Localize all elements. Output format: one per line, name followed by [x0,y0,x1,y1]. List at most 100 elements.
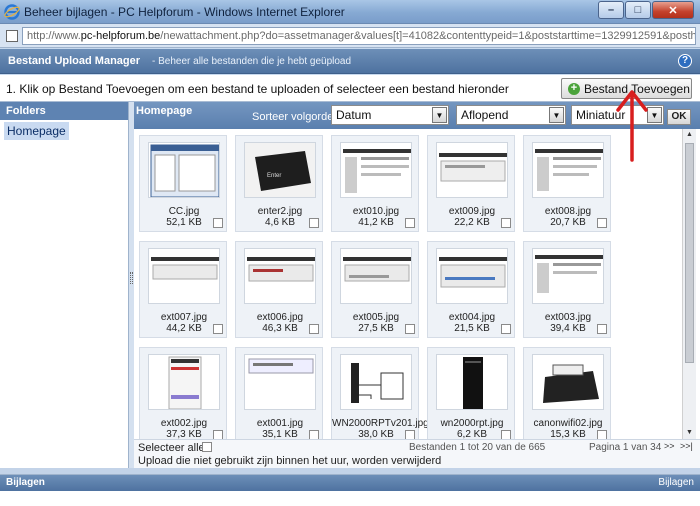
url-domain: pc-helpforum.be [80,30,161,42]
thumbnail-image [148,248,220,304]
chevron-down-icon: ▼ [432,107,447,123]
file-checkbox[interactable] [405,430,415,439]
file-checkbox[interactable] [309,430,319,439]
file-checkbox[interactable] [597,218,607,228]
file-grid: CC.jpg 52,1 KB Enter enter2.jpg 4,6 KB e… [134,129,682,439]
folders-heading: Folders [0,102,128,120]
file-browser-toolbar: Homepage Sorteer volgorde: Datum ▼ Aflop… [134,102,700,129]
sort-field-value: Datum [336,108,372,122]
sort-order-value: Aflopend [461,108,509,122]
select-all-label: Selecteer alle [138,442,205,454]
thumbnail-image [244,248,316,304]
file-name: canonwifi02.jpg [533,418,603,429]
thumbnail-image [148,142,220,198]
file-checkbox[interactable] [309,324,319,334]
url-field[interactable]: http://www.pc-helpforum.be/newattachment… [22,27,696,45]
thumbnail-image [148,354,220,410]
file-checkbox[interactable] [309,218,319,228]
thumbnail-image [340,248,412,304]
file-tile[interactable]: ext002.jpg 37,3 KB [139,347,227,439]
address-bar: http://www.pc-helpforum.be/newattachment… [0,24,700,48]
page-info: Pagina 1 van 34 [589,442,662,453]
file-checkbox[interactable] [597,324,607,334]
last-page-button[interactable]: >>| [680,441,693,451]
view-mode-select[interactable]: Miniatuur ▼ [571,105,664,125]
file-tile[interactable]: canonwifi02.jpg 15,3 KB [523,347,611,439]
add-file-label: Bestand Toevoegen [584,81,690,96]
instruction-text: 1. Klik op Bestand Toevoegen om een best… [6,82,509,96]
window-title-bar: Beheer bijlagen - PC Helpforum - Windows… [0,0,700,24]
file-tile[interactable]: wn2000rpt.jpg 6,2 KB [427,347,515,439]
file-name: ext009.jpg [448,206,496,217]
attachments-title: Bijlagen [6,477,45,488]
file-checkbox[interactable] [405,218,415,228]
url-prefix: http://www. [27,30,81,42]
file-name: ext006.jpg [256,312,304,323]
file-checkbox[interactable] [213,324,223,334]
chevron-down-icon: ▼ [549,107,564,123]
thumbnail-image [532,354,604,410]
add-file-button[interactable]: + Bestand Toevoegen [561,78,692,99]
attachments-panel: Bijlagen Bijlagen [0,474,700,506]
ok-button[interactable]: OK [667,109,691,125]
file-name: ext003.jpg [544,312,592,323]
file-name: ext008.jpg [544,206,592,217]
file-tile[interactable]: ext009.jpg 22,2 KB [427,135,515,232]
help-icon[interactable]: ? [678,54,692,68]
thumbnail-image [436,248,508,304]
scroll-up-icon[interactable]: ▲ [683,129,696,141]
sort-field-select[interactable]: Datum ▼ [331,105,449,125]
file-checkbox[interactable] [213,430,223,439]
manager-header: Bestand Upload Manager - Beheer alle bes… [0,49,700,74]
file-checkbox[interactable] [501,430,511,439]
thumbnail-image [244,354,316,410]
vertical-scrollbar[interactable]: ▲ ▼ [682,129,696,439]
current-folder-title: Homepage [136,105,193,117]
file-tile[interactable]: Enter enter2.jpg 4,6 KB [235,135,323,232]
page-icon [6,30,18,42]
file-tile[interactable]: ext008.jpg 20,7 KB [523,135,611,232]
close-button[interactable]: ✕ [652,1,694,19]
file-tile[interactable]: ext010.jpg 41,2 KB [331,135,419,232]
manager-title: Bestand Upload Manager [8,55,141,67]
file-checkbox[interactable] [501,324,511,334]
file-tile[interactable]: ext006.jpg 46,3 KB [235,241,323,338]
file-tile[interactable]: CC.jpg 52,1 KB [139,135,227,232]
attachments-header: Bijlagen Bijlagen [0,475,700,491]
file-tile[interactable]: ext001.jpg 35,1 KB [235,347,323,439]
file-count: Bestanden 1 tot 20 van de 665 [409,442,546,453]
view-mode-value: Miniatuur [576,108,626,122]
file-checkbox[interactable] [501,218,511,228]
svg-text:Enter: Enter [267,173,281,179]
scroll-down-icon[interactable]: ▼ [683,427,696,439]
file-tile[interactable]: ext007.jpg 44,2 KB [139,241,227,338]
manager-subtitle: - Beheer alle bestanden die je hebt geüp… [152,56,352,67]
file-tile[interactable]: ext004.jpg 21,5 KB [427,241,515,338]
file-tile[interactable]: ext005.jpg 27,5 KB [331,241,419,338]
attachments-label: Bijlagen [658,477,694,488]
maximize-button[interactable]: □ [625,1,651,19]
select-all-checkbox[interactable] [202,442,212,452]
next-page-button[interactable]: >> [664,441,675,451]
thumbnail-image [340,354,412,410]
file-checkbox[interactable] [405,324,415,334]
sort-order-select[interactable]: Aflopend ▼ [456,105,566,125]
folder-item-homepage[interactable]: Homepage [4,122,69,140]
sort-label: Sorteer volgorde: [252,111,337,123]
pagination-bar: Selecteer alle Bestanden 1 tot 20 van de… [134,439,700,454]
file-tile[interactable]: ext003.jpg 39,4 KB [523,241,611,338]
file-name: wn2000rpt.jpg [440,418,504,429]
file-name: enter2.jpg [257,206,303,217]
instruction-row: 1. Klik op Bestand Toevoegen om een best… [0,75,700,102]
minimize-button[interactable]: – [598,1,624,19]
scroll-thumb[interactable] [685,143,694,363]
upload-note-bar: Upload die niet gebruikt zijn binnen het… [134,454,700,468]
file-checkbox[interactable] [213,218,223,228]
file-checkbox[interactable] [597,430,607,439]
file-name: ext002.jpg [160,418,208,429]
file-name: ext005.jpg [352,312,400,323]
folders-panel: Folders Homepage [0,102,129,468]
thumbnail-image [436,142,508,198]
file-tile[interactable]: WN2000RPTv201.jpg 38,0 KB [331,347,429,439]
internet-explorer-icon [4,4,20,20]
